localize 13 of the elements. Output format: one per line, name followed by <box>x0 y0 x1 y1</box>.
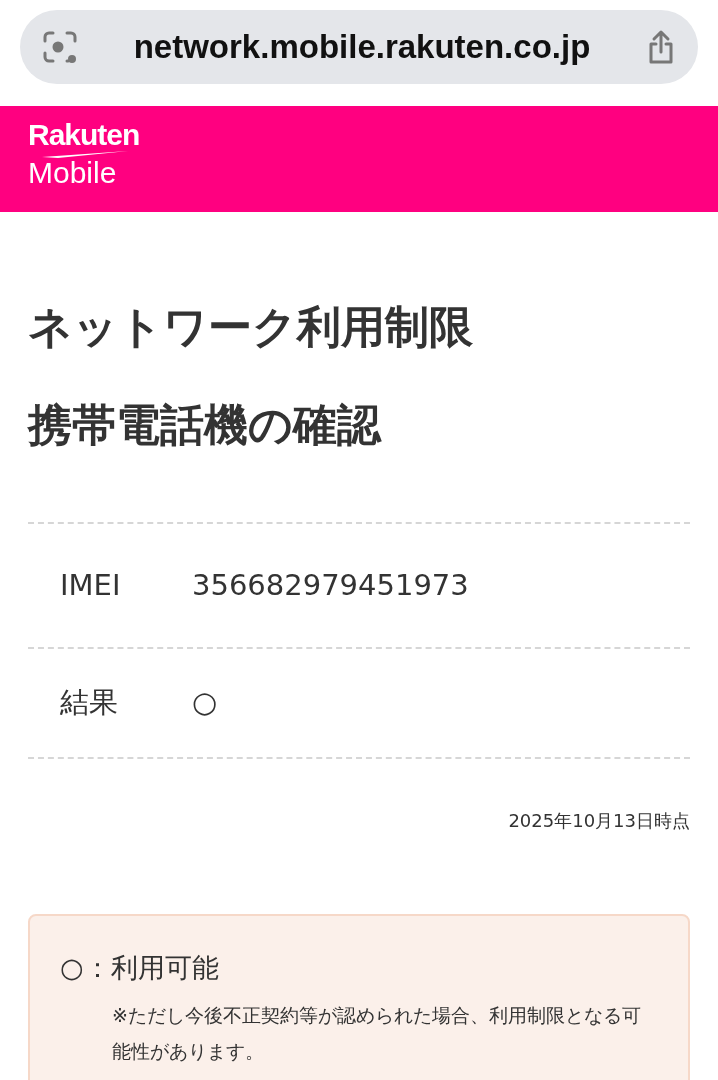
field-value: 356682979451973 <box>192 566 469 604</box>
camera-scan-icon[interactable] <box>42 29 78 65</box>
logo[interactable]: Rakuten Mobile <box>28 120 140 188</box>
timestamp-text: 2025年10月13日時点 <box>507 809 690 833</box>
page-title: ネットワーク利用制限 <box>28 300 474 354</box>
field-value: ○ <box>192 684 218 722</box>
status-legend: ○：利用可能 <box>60 948 658 989</box>
note-text: ※ただし今後不正契約等が認められた場合、利用制限となる可能性があります。 <box>111 1002 642 1064</box>
url-text: network.mobile.rakuten.co.jp <box>133 27 591 68</box>
address-bar[interactable]: network.mobile.rakuten.co.jp <box>20 10 698 84</box>
field-label: 結果 <box>60 684 119 722</box>
field-label: IMEI <box>60 566 122 604</box>
page-title: 携帯電話機の確認 <box>28 398 383 452</box>
